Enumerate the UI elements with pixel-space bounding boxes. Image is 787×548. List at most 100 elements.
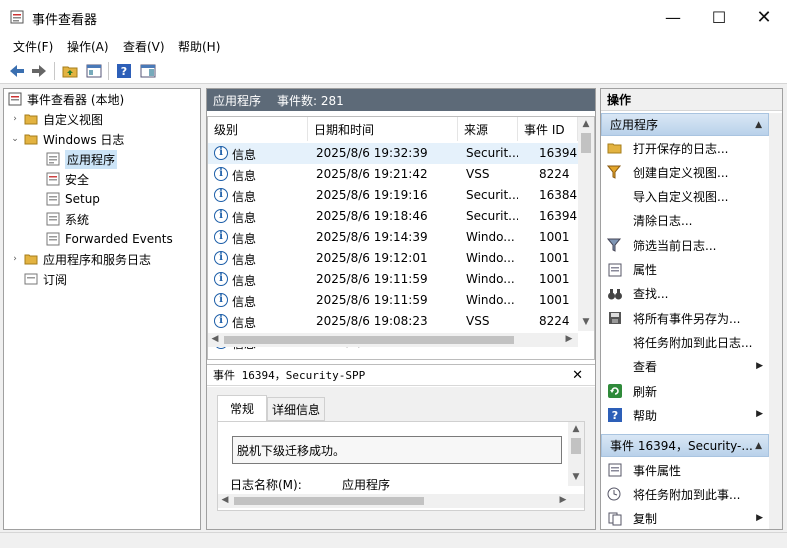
tree-item-subscriptions[interactable]: 订阅	[4, 269, 200, 289]
cell-source: Windo...	[466, 272, 515, 286]
actions-panel: 操作 应用程序 ▲ 打开保存的日志... 创建自定义视图... 导入自定义视图...…	[600, 88, 783, 530]
cell-level: 信息	[232, 169, 257, 183]
tree-label: Forwarded Events	[65, 232, 173, 246]
tab-details[interactable]: 详细信息	[267, 397, 325, 421]
scrollbar-thumb[interactable]	[224, 336, 514, 344]
action-item[interactable]: 复制 ▶	[601, 507, 769, 531]
copy-icon	[607, 511, 623, 527]
show-hide-tree-button[interactable]	[84, 61, 104, 81]
menu-view[interactable]: 查看(V)	[123, 38, 165, 55]
title-bar: 事件查看器 — ☐ ✕	[0, 0, 787, 34]
collapse-arrow-icon[interactable]: ⌄	[10, 134, 20, 144]
scroll-right-icon[interactable]: ▶	[564, 334, 574, 344]
scrollbar-thumb[interactable]	[581, 133, 591, 153]
tree-item-log-setup[interactable]: Setup	[4, 189, 200, 209]
action-item[interactable]: 将任务附加到此日志...	[601, 330, 769, 354]
action-pane-icon	[140, 64, 156, 78]
help-button[interactable]: ?	[114, 61, 134, 81]
show-action-pane-button[interactable]	[138, 61, 158, 81]
cell-source: Windo...	[466, 293, 515, 307]
menu-action[interactable]: 操作(A)	[67, 38, 109, 55]
action-item[interactable]: 打开保存的日志...	[601, 136, 769, 160]
section-title: 应用程序	[610, 118, 659, 132]
table-row[interactable]: i 信息 2025/8/6 19:21:42 VSS 8224	[208, 164, 578, 185]
action-item[interactable]: 清除日志...	[601, 209, 769, 233]
scrollbar-thumb[interactable]	[571, 438, 581, 454]
tab-general[interactable]: 常规	[217, 395, 267, 421]
table-row[interactable]: i 信息 2025/8/6 19:14:39 Windo... 1001	[208, 227, 578, 248]
scroll-up-icon[interactable]: ▲	[568, 424, 584, 434]
submenu-arrow-icon: ▶	[756, 360, 763, 371]
collapse-section-icon[interactable]: ▲	[755, 120, 762, 130]
cell-level: 信息	[232, 274, 257, 288]
vertical-scrollbar[interactable]: ▲ ▼	[578, 117, 594, 331]
action-item[interactable]: 属性	[601, 258, 769, 282]
cell-level: 信息	[232, 211, 257, 225]
minimize-button[interactable]: —	[650, 0, 696, 34]
table-row[interactable]: i 信息 2025/8/6 19:18:46 Securit... 16394	[208, 206, 578, 227]
tree-item-log-forwarded-events[interactable]: Forwarded Events	[4, 229, 200, 249]
expand-arrow-icon[interactable]: ›	[10, 254, 20, 264]
scroll-down-icon[interactable]: ▼	[568, 472, 584, 482]
expand-arrow-icon[interactable]: ›	[10, 114, 20, 124]
cell-level: 信息	[232, 232, 257, 246]
table-row[interactable]: i 信息 2025/8/6 19:11:59 Windo... 1001	[208, 269, 578, 290]
tree-item-log-application[interactable]: 应用程序	[4, 149, 200, 169]
scrollbar-thumb[interactable]	[234, 497, 424, 505]
back-button[interactable]	[7, 61, 27, 81]
scroll-down-icon[interactable]: ▼	[578, 317, 594, 327]
column-level[interactable]: 级别	[208, 117, 308, 141]
info-icon: i	[214, 293, 228, 307]
cell-source: VSS	[466, 314, 490, 328]
table-row[interactable]: i 信息 2025/8/6 19:11:59 Windo... 1001	[208, 290, 578, 311]
table-row[interactable]: i 信息 2025/8/6 19:12:01 Windo... 1001	[208, 248, 578, 269]
toolbar: ?	[0, 58, 787, 84]
action-item[interactable]: 刷新	[601, 379, 769, 403]
tree-item-app-service-logs[interactable]: › 应用程序和服务日志	[4, 249, 200, 269]
detail-horizontal-scrollbar[interactable]: ◀ ▶	[218, 494, 584, 508]
event-message[interactable]: 脱机下级迁移成功。	[232, 436, 562, 464]
menu-help[interactable]: 帮助(H)	[178, 38, 220, 55]
cell-event-id: 8224	[539, 314, 570, 328]
scroll-left-icon[interactable]: ◀	[220, 495, 230, 505]
action-item[interactable]: 将所有事件另存为...	[601, 306, 769, 330]
action-item[interactable]: 事件属性	[601, 458, 769, 482]
tree-item-log-system[interactable]: 系统	[4, 209, 200, 229]
actions-scrollbar[interactable]	[769, 113, 782, 529]
action-label: 创建自定义视图...	[633, 165, 729, 180]
horizontal-scrollbar[interactable]: ◀ ▶	[208, 333, 578, 347]
close-button[interactable]: ✕	[741, 0, 787, 34]
scroll-up-icon[interactable]: ▲	[578, 119, 594, 129]
action-item[interactable]: 查看 ▶	[601, 355, 769, 379]
table-row[interactable]: i 信息 2025/8/6 19:19:16 Securit... 16384	[208, 185, 578, 206]
collapse-section-icon[interactable]: ▲	[755, 441, 762, 451]
up-folder-button[interactable]	[60, 61, 80, 81]
action-item[interactable]: 将任务附加到此事...	[601, 482, 769, 506]
tree-item-windows-logs[interactable]: ⌄ Windows 日志	[4, 129, 200, 149]
subscription-icon	[24, 273, 38, 285]
actions-section-log[interactable]: 应用程序 ▲	[601, 113, 769, 136]
scroll-left-icon[interactable]: ◀	[210, 334, 220, 344]
scroll-right-icon[interactable]: ▶	[558, 495, 568, 505]
column-event-id[interactable]: 事件 ID	[518, 117, 578, 141]
action-item[interactable]: 导入自定义视图...	[601, 185, 769, 209]
action-item[interactable]: 查找...	[601, 282, 769, 306]
tree-item-root[interactable]: 事件查看器 (本地)	[4, 89, 200, 109]
maximize-button[interactable]: ☐	[696, 0, 742, 34]
tree-item-custom-views[interactable]: › 自定义视图	[4, 109, 200, 129]
action-item[interactable]: 创建自定义视图...	[601, 160, 769, 184]
forward-button[interactable]	[29, 61, 49, 81]
table-row[interactable]: i 信息 2025/8/6 19:32:39 Securit... 16394	[208, 143, 578, 164]
detail-vertical-scrollbar[interactable]: ▲ ▼	[568, 422, 584, 486]
action-item[interactable]: ? 帮助 ▶	[601, 403, 769, 427]
menu-file[interactable]: 文件(F)	[13, 38, 53, 55]
action-item[interactable]: 筛选当前日志...	[601, 233, 769, 257]
close-detail-icon[interactable]: ✕	[572, 368, 583, 383]
column-source[interactable]: 来源	[458, 117, 518, 141]
tree-item-log-security[interactable]: 安全	[4, 169, 200, 189]
actions-section-event[interactable]: 事件 16394，Security-... ▲	[601, 434, 769, 457]
action-label: 导入自定义视图...	[633, 190, 729, 205]
table-row[interactable]: i 信息 2025/8/6 19:08:23 VSS 8224	[208, 311, 578, 332]
action-label: 查找...	[633, 287, 669, 302]
column-datetime[interactable]: 日期和时间	[308, 117, 458, 141]
